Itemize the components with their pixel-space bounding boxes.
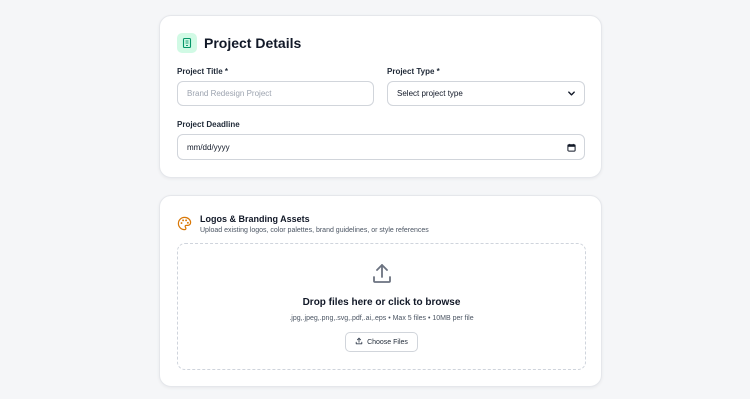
chevron-down-icon — [567, 89, 576, 100]
section-title: Project Details — [204, 35, 302, 51]
upload-small-icon — [355, 337, 363, 347]
project-title-input[interactable]: Brand Redesign Project — [177, 81, 374, 106]
building-icon — [177, 33, 197, 53]
choose-files-label: Choose Files — [367, 338, 408, 346]
project-deadline-input[interactable]: mm/dd/yyyy — [177, 134, 585, 160]
project-deadline-label: Project Deadline — [177, 120, 240, 129]
calendar-icon[interactable] — [567, 143, 576, 154]
project-title-placeholder: Brand Redesign Project — [187, 89, 272, 98]
project-title-label: Project Title * — [177, 67, 228, 76]
file-dropzone[interactable]: Drop files here or click to browse .jpg,… — [177, 243, 586, 370]
section-title: Logos & Branding Assets — [200, 214, 310, 224]
section-description: Upload existing logos, color palettes, b… — [200, 227, 429, 234]
project-type-selected: Select project type — [397, 89, 463, 98]
project-deadline-value: mm/dd/yyyy — [187, 142, 230, 152]
palette-icon — [177, 216, 192, 236]
dropzone-title: Drop files here or click to browse — [302, 297, 461, 308]
project-details-card: Project Details Project Title * Brand Re… — [159, 15, 602, 178]
project-type-label: Project Type * — [387, 67, 440, 76]
dropzone-hint: .jpg,.jpeg,.png,.svg,.pdf,.ai,.eps • Max… — [289, 315, 474, 322]
project-type-select[interactable]: Select project type — [387, 81, 585, 106]
upload-icon — [370, 262, 394, 291]
branding-assets-card: Logos & Branding Assets Upload existing … — [159, 195, 602, 387]
choose-files-button[interactable]: Choose Files — [345, 332, 418, 352]
